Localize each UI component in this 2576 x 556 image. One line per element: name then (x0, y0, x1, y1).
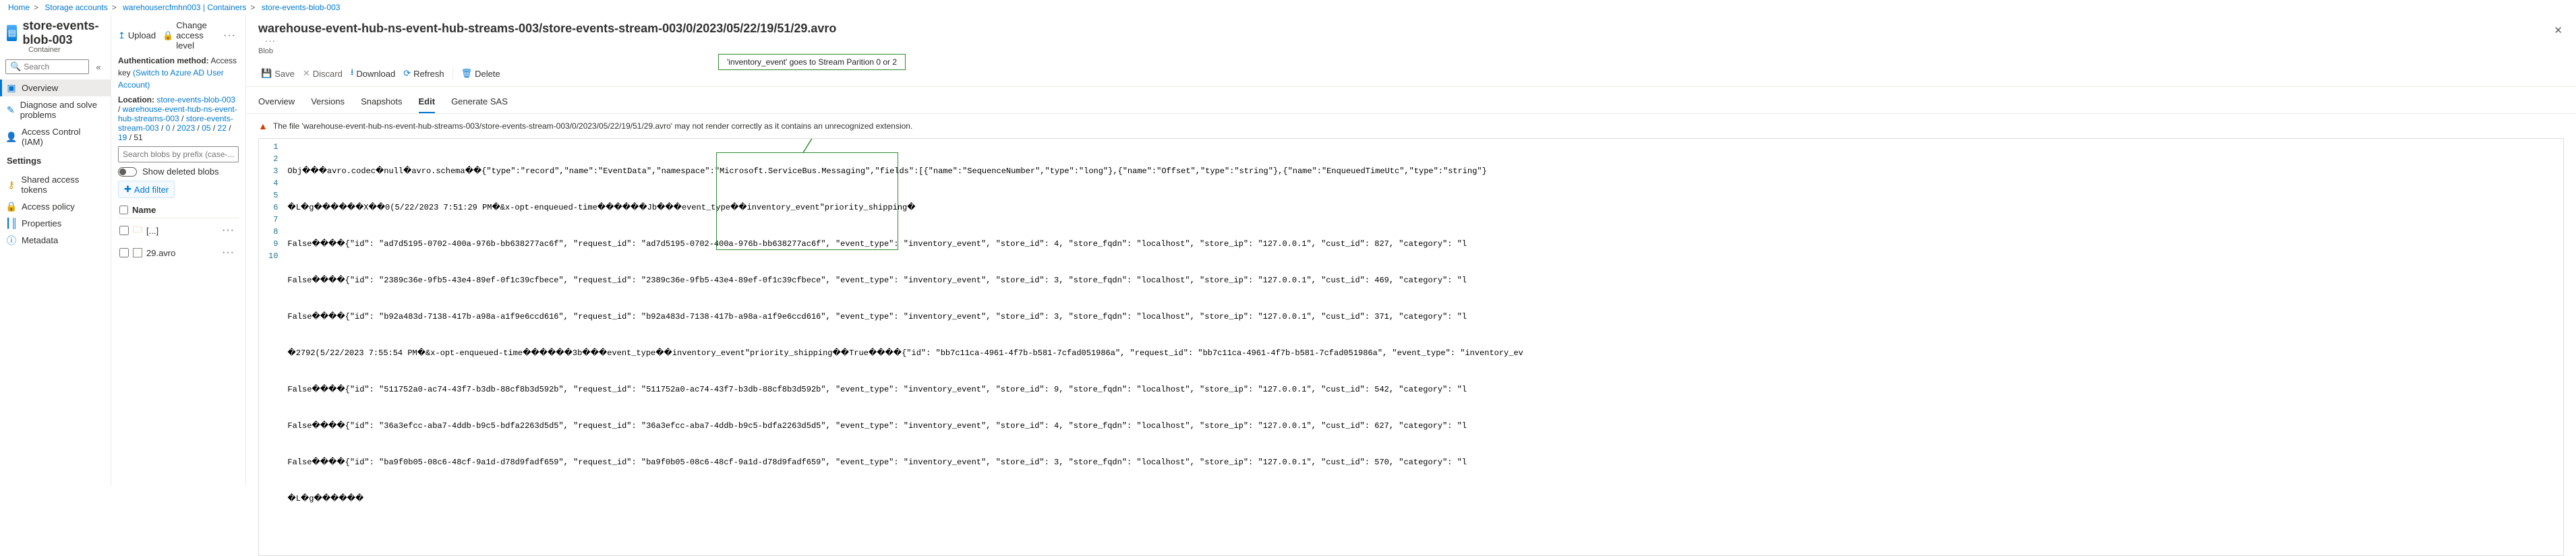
location-path: Location: store-events-blob-003 / wareho… (118, 95, 239, 142)
collapse-sidebar-button[interactable]: « (92, 60, 105, 73)
upload-icon: ↥ (118, 30, 125, 41)
blob-subtitle: Blob (258, 47, 2564, 55)
download-icon: ⭳ (351, 66, 354, 81)
crumb-containers[interactable]: warehousercfmhn003 | Containers (123, 3, 246, 12)
iam-icon: 👤 (7, 132, 16, 142)
blob-list-panel: ↥Upload 🔒Change access level ··· Authent… (111, 15, 246, 486)
metadata-icon: ⓘ (7, 236, 16, 245)
resource-title: store-events-blob-003 (22, 19, 104, 47)
settings-heading: Settings (0, 150, 111, 168)
breadcrumb: Home> Storage accounts> warehousercfmhn0… (0, 0, 2576, 15)
crumb-container[interactable]: store-events-blob-003 (262, 3, 341, 12)
save-icon: 💾 (261, 68, 272, 79)
row-more-button[interactable]: ··· (219, 224, 237, 237)
overview-icon: ▣ (7, 84, 16, 93)
code-line: False����{"id": "ad7d5195-0702-400a-976b… (283, 238, 2563, 250)
refresh-icon: ⟳ (403, 68, 411, 79)
row-checkbox[interactable] (119, 248, 129, 257)
code-line: False����{"id": "36a3efcc-aba7-4ddb-b9c5… (283, 420, 2563, 432)
show-deleted-toggle[interactable] (118, 167, 137, 177)
code-line: False����{"id": "2389c36e-9fb5-43e4-89ef… (283, 274, 2563, 286)
annotation-arrow (283, 139, 890, 152)
file-icon (133, 248, 142, 257)
close-button[interactable]: ✕ (2554, 24, 2563, 36)
line-gutter: 12345678910 (259, 139, 283, 555)
auth-method: Authentication method: Access key (Switc… (118, 55, 239, 91)
download-button[interactable]: ⭳Download (348, 65, 398, 82)
col-name-header[interactable]: Name (118, 202, 239, 218)
code-line: False����{"id": "b92a483d-7138-417b-a98a… (283, 311, 2563, 323)
nav-metadata[interactable]: ⓘMetadata (0, 232, 111, 249)
blob-title: warehouse-event-hub-ns-event-hub-streams… (258, 22, 2564, 36)
nav-properties[interactable]: ┃║Properties (0, 215, 111, 232)
nav-policy[interactable]: 🔒Access policy (0, 198, 111, 215)
code-line: �L�g������X��0(5/22/2023 7:51:29 PM�&x-o… (283, 202, 2563, 214)
change-access-button[interactable]: 🔒Change access level (163, 20, 214, 51)
resource-subtitle: Container (0, 46, 111, 54)
key-icon: ⚷ (7, 180, 16, 189)
code-editor[interactable]: 12345678910 Obj���avro.codec�null�avro.s… (258, 138, 2564, 556)
tab-edit[interactable]: Edit (419, 92, 436, 113)
lock-icon: 🔒 (163, 30, 173, 41)
prefix-search-input[interactable] (123, 150, 234, 159)
list-item-file[interactable]: 29.avro ··· (118, 243, 239, 263)
resource-sidebar: ▤ store-events-blob-003 Container 🔍 « ▣O… (0, 15, 111, 486)
toolbar-divider (452, 67, 453, 80)
code-content[interactable]: Obj���avro.codec�null�avro.schema��{"typ… (283, 139, 2563, 555)
tab-versions[interactable]: Versions (311, 92, 345, 113)
sidebar-search-input[interactable] (24, 62, 84, 71)
nav-overview[interactable]: ▣Overview (0, 80, 111, 96)
toolbar-more-button[interactable]: ··· (221, 30, 239, 42)
prefix-search[interactable] (118, 146, 239, 162)
tab-overview[interactable]: Overview (258, 92, 295, 113)
code-line: False����{"id": "ba9f0b05-08c6-48cf-9a1d… (283, 456, 2563, 468)
add-filter-button[interactable]: ✚Add filter (118, 181, 175, 198)
show-deleted-label: Show deleted blobs (142, 166, 218, 177)
blob-detail-panel: warehouse-event-hub-ns-event-hub-streams… (246, 15, 2576, 486)
code-line: Obj���avro.codec�null�avro.schema��{"typ… (283, 165, 2563, 177)
upload-button[interactable]: ↥Upload (118, 30, 156, 41)
crumb-home[interactable]: Home (8, 3, 30, 12)
sidebar-search[interactable]: 🔍 (5, 59, 89, 74)
policy-icon: 🔒 (7, 202, 16, 212)
row-checkbox[interactable] (119, 226, 129, 235)
properties-icon: ┃║ (7, 219, 16, 228)
refresh-button[interactable]: ⟳Refresh (401, 67, 446, 80)
diagnose-icon: ✎ (7, 105, 15, 115)
list-item-up[interactable]: 🗀 [...] ··· (118, 218, 239, 243)
save-button[interactable]: 💾Save (258, 67, 297, 80)
code-line: �2792(5/22/2023 7:55:54 PM�&x-opt-enqueu… (283, 347, 2563, 359)
nav-diagnose[interactable]: ✎Diagnose and solve problems (0, 96, 111, 123)
discard-button[interactable]: ✕Discard (300, 67, 345, 80)
add-icon: ✚ (124, 184, 131, 195)
delete-button[interactable]: 🗑Delete (459, 67, 503, 80)
search-icon: 🔍 (10, 61, 21, 72)
title-more-button[interactable]: ··· (258, 36, 276, 46)
annotation-callout: 'inventory_event' goes to Stream Paritio… (718, 54, 906, 70)
code-line: �L�g������ (283, 493, 2563, 505)
container-icon: ▤ (7, 25, 17, 41)
switch-auth-link[interactable]: (Switch to Azure AD User Account) (118, 68, 224, 90)
select-all-checkbox[interactable] (119, 206, 128, 214)
code-line: False����{"id": "511752a0-ac74-43f7-b3db… (283, 383, 2563, 396)
row-more-button[interactable]: ··· (219, 247, 237, 259)
tab-snapshots[interactable]: Snapshots (361, 92, 402, 113)
crumb-storage[interactable]: Storage accounts (45, 3, 107, 12)
delete-icon: 🗑 (461, 68, 473, 79)
tab-sas[interactable]: Generate SAS (451, 92, 508, 113)
nav-iam[interactable]: 👤Access Control (IAM) (0, 123, 111, 150)
folder-icon: 🗀 (133, 222, 142, 239)
warning-icon: ▲ (258, 121, 268, 131)
nav-sas[interactable]: ⚷Shared access tokens (0, 171, 111, 198)
warning-text: The file 'warehouse-event-hub-ns-event-h… (273, 121, 912, 131)
discard-icon: ✕ (303, 68, 310, 79)
